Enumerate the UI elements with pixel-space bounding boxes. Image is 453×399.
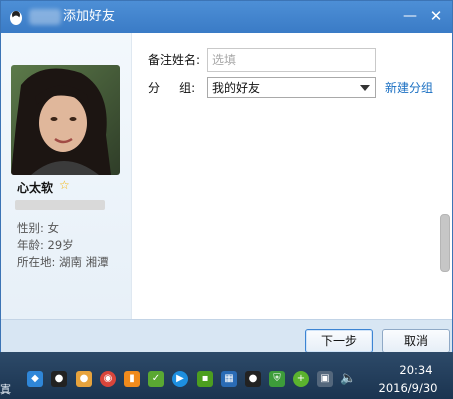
- qq-icon[interactable]: ●: [51, 371, 67, 387]
- new-group-link[interactable]: 新建分组: [385, 80, 433, 96]
- location-info: 所在地: 湖南 湘潭: [17, 255, 109, 269]
- weibo-icon[interactable]: ◉: [100, 371, 116, 387]
- star-icon: ☆: [59, 178, 70, 192]
- clock-time[interactable]: 20:34: [386, 363, 446, 377]
- nvidia-icon[interactable]: ▪: [197, 371, 213, 387]
- qq-color-icon[interactable]: ●: [76, 371, 92, 387]
- group-select[interactable]: 我的好友: [207, 77, 376, 98]
- add-friend-dialog: 添加好友 — ✕ 心太软 ☆ 性别: 女 年龄: 29岁 所在地: 湖南 湘潭 …: [0, 0, 453, 353]
- button-bar: 下一步 取消: [1, 319, 452, 353]
- plus-icon[interactable]: +: [293, 371, 309, 387]
- play-icon[interactable]: ▶: [172, 371, 188, 387]
- blurred-account-number: [15, 200, 105, 210]
- qq-penguin-tray-icon[interactable]: ●: [245, 371, 261, 387]
- green-check-icon[interactable]: ✓: [148, 371, 164, 387]
- title-bar[interactable]: 添加好友 — ✕: [1, 1, 452, 33]
- group-selected-value: 我的好友: [212, 81, 261, 95]
- taskbar-edge-text: 寘: [0, 383, 11, 396]
- gender-info: 性别: 女: [17, 221, 60, 235]
- nickname: 心太软: [17, 181, 54, 195]
- minimize-button[interactable]: —: [398, 5, 422, 27]
- network-icon[interactable]: ▣: [317, 371, 333, 387]
- volume-icon[interactable]: 🔈: [340, 371, 356, 387]
- grid-app-icon[interactable]: ▦: [221, 371, 237, 387]
- age-info: 年龄: 29岁: [17, 238, 74, 252]
- close-button[interactable]: ✕: [424, 5, 448, 27]
- shield-icon[interactable]: ◆: [27, 371, 43, 387]
- scrollbar-thumb[interactable]: [440, 214, 450, 272]
- cancel-button[interactable]: 取消: [382, 329, 450, 353]
- window-title: 添加好友: [63, 9, 116, 24]
- profile-panel: 心太软 ☆ 性别: 女 年龄: 29岁 所在地: 湖南 湘潭: [1, 33, 132, 319]
- clock-date[interactable]: 2016/9/30: [368, 381, 448, 395]
- next-step-button[interactable]: 下一步: [305, 329, 373, 353]
- qq-penguin-icon: [10, 11, 22, 25]
- security-shield-icon[interactable]: ⛨: [269, 371, 285, 387]
- chevron-down-icon: [360, 85, 370, 91]
- group-label: 分 组:: [148, 81, 196, 95]
- remark-name-input[interactable]: [207, 48, 376, 72]
- orange-app-icon[interactable]: ▮: [124, 371, 140, 387]
- remark-name-label: 备注姓名:: [148, 53, 201, 67]
- taskbar: 寘 ◆ ● ● ◉ ▮ ✓ ▶ ▪ ▦ ● ⛨ + ▣ 🔈 20:34 2016…: [0, 352, 453, 399]
- avatar: [11, 65, 120, 175]
- blurred-title-segment: [29, 9, 61, 25]
